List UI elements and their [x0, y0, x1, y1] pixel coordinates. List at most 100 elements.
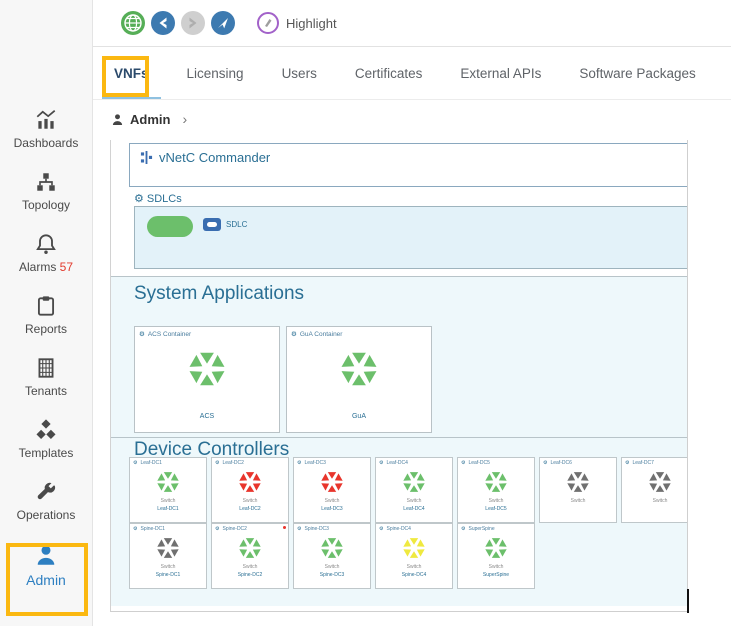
device-card-spine-dc1[interactable]: ⚙Spine-DC1SwitchSpine-DC1: [129, 523, 207, 589]
sidebar-item-tenants[interactable]: Tenants: [3, 356, 89, 403]
sdlc-device-icon: [203, 218, 221, 231]
status-hexagon-icon: [321, 537, 343, 559]
sidebar-item-topology[interactable]: Topology: [3, 170, 89, 217]
device-card-name: Spine-DC4: [376, 572, 452, 578]
status-hexagon-icon: [403, 471, 425, 493]
device-card-leaf-dc4[interactable]: ⚙Leaf-DC4SwitchLeaf-DC4: [375, 457, 453, 523]
gear-icon: ⚙: [139, 331, 145, 338]
device-card-type: Switch: [294, 498, 370, 504]
tab-software-packages[interactable]: Software Packages: [575, 47, 699, 100]
sidebar-item-label: Dashboards: [14, 136, 79, 150]
top-toolbar: Highlight: [93, 0, 731, 47]
sidebar-item-dashboards[interactable]: Dashboards: [3, 108, 89, 155]
device-card-leaf-dc2[interactable]: ⚙Leaf-DC2SwitchLeaf-DC2: [211, 457, 289, 523]
gear-icon: ⚙: [297, 460, 301, 466]
sidebar-item-alarms[interactable]: Alarms 57: [3, 232, 89, 279]
app-card-name: GuA: [287, 413, 431, 420]
sidebar-item-templates[interactable]: Templates: [3, 418, 89, 465]
sidebar-item-label: Operations: [17, 508, 76, 522]
device-card-spine-dc3[interactable]: ⚙Spine-DC3SwitchSpine-DC3: [293, 523, 371, 589]
text-cursor-artifact: [687, 589, 689, 613]
breadcrumb: Admin ›: [93, 100, 731, 138]
device-card-type: Switch: [130, 498, 206, 504]
sidebar-item-label: Reports: [25, 322, 67, 336]
sidebar-item-operations[interactable]: Operations: [3, 480, 89, 527]
commander-node-icon: [140, 150, 153, 165]
paper-plane-icon: [216, 16, 230, 30]
gear-icon: ⚙: [461, 460, 465, 466]
device-card-leaf-dc1[interactable]: ⚙Leaf-DC1SwitchLeaf-DC1: [129, 457, 207, 523]
breadcrumb-chevron-icon: ›: [182, 111, 187, 127]
alarm-count-badge: 57: [56, 260, 73, 274]
device-card-leaf-dc3[interactable]: ⚙Leaf-DC3SwitchLeaf-DC3: [293, 457, 371, 523]
sidebar-item-label: Templates: [19, 446, 74, 460]
sidebar-item-label: Topology: [22, 198, 70, 212]
forward-button[interactable]: [181, 11, 205, 35]
device-card-spine-dc2[interactable]: ⚙Spine-DC2SwitchSpine-DC2: [211, 523, 289, 589]
device-card-name: Spine-DC3: [294, 572, 370, 578]
gear-icon: ⚙: [625, 460, 629, 466]
sdlc-status-pill[interactable]: [147, 216, 193, 237]
status-hexagon-icon: [239, 537, 261, 559]
device-card-name: Leaf-DC5: [458, 506, 534, 512]
gear-icon: ⚙: [379, 526, 383, 532]
device-card-superspine[interactable]: ⚙SuperSpineSwitchSuperSpine: [457, 523, 535, 589]
device-card-type: Switch: [458, 498, 534, 504]
highlight-label: Highlight: [286, 16, 337, 31]
tab-vnfs[interactable]: VNFs: [110, 47, 153, 100]
sdlc-item-label: SDLC: [226, 220, 247, 229]
device-card-name: SuperSpine: [458, 572, 534, 578]
gear-icon: ⚙: [215, 526, 219, 532]
tab-certificates[interactable]: Certificates: [351, 47, 427, 100]
operations-icon: [34, 480, 58, 504]
tab-external-apis[interactable]: External APIs: [456, 47, 545, 100]
highlight-button[interactable]: Highlight: [257, 12, 337, 34]
system-applications-title: System Applications: [111, 277, 688, 305]
gear-icon: ⚙: [297, 526, 301, 532]
device-card-leaf-dc5[interactable]: ⚙Leaf-DC5 Switch Leaf-DC5: [457, 457, 535, 523]
status-hexagon-icon: [649, 471, 671, 493]
device-card-type: Switch: [212, 498, 288, 504]
status-hexagon-icon: [157, 537, 179, 559]
device-card-leaf-dc6[interactable]: ⚙Leaf-DC6Switch: [539, 457, 617, 523]
device-card-spine-dc4[interactable]: ⚙Spine-DC4SwitchSpine-DC4: [375, 523, 453, 589]
gear-icon: ⚙: [291, 331, 297, 338]
tenants-icon: [34, 356, 58, 380]
gear-icon: ⚙: [133, 526, 137, 532]
sidebar-item-label: Alarms 57: [19, 260, 73, 274]
device-card-type: Switch: [458, 564, 534, 570]
device-controllers-row-2: ⚙Spine-DC1SwitchSpine-DC1⚙Spine-DC2Switc…: [129, 523, 535, 589]
device-card-header: ⚙Leaf-DC5: [458, 458, 534, 466]
status-hexagon-icon: [485, 537, 507, 559]
breadcrumb-admin[interactable]: Admin: [130, 112, 170, 127]
alarms-icon: [34, 232, 58, 256]
device-card-name: Leaf-DC1: [130, 506, 206, 512]
sidebar-item-label: Tenants: [25, 384, 67, 398]
sidebar-item-reports[interactable]: Reports: [3, 294, 89, 341]
gear-icon: ⚙: [543, 460, 547, 466]
sdlc-item[interactable]: SDLC: [203, 218, 247, 231]
tab-users[interactable]: Users: [278, 47, 321, 100]
navigate-button[interactable]: [211, 11, 235, 35]
back-arrow-icon: [156, 16, 170, 30]
device-card-header: ⚙Spine-DC1: [130, 524, 206, 532]
system-applications-cards: ⚙ACS ContainerACS⚙GuA ContainerGuA: [134, 326, 432, 433]
status-hexagon-icon: [341, 351, 377, 387]
gear-icon: ⚙: [215, 460, 219, 466]
gear-icon: ⚙: [133, 460, 137, 466]
app-card-acs[interactable]: ⚙ACS ContainerACS: [134, 326, 280, 433]
status-hexagon-icon: [321, 471, 343, 493]
sdlc-panel: SDLC: [134, 206, 688, 269]
vnetc-commander-panel[interactable]: vNetC Commander: [129, 143, 688, 187]
globe-icon[interactable]: [121, 11, 145, 35]
sidebar-item-admin[interactable]: Admin: [3, 542, 89, 589]
back-button[interactable]: [151, 11, 175, 35]
device-card-type: Switch: [376, 498, 452, 504]
tab-licensing[interactable]: Licensing: [183, 47, 248, 100]
device-card-leaf-dc7[interactable]: ⚙Leaf-DC7Switch: [621, 457, 688, 523]
sidebar-item-label: Admin: [26, 572, 66, 588]
dashboards-icon: [34, 108, 58, 132]
device-card-type: Switch: [130, 564, 206, 570]
app-card-gua[interactable]: ⚙GuA ContainerGuA: [286, 326, 432, 433]
sdlcs-section-label: ⚙SDLCs: [134, 192, 182, 205]
